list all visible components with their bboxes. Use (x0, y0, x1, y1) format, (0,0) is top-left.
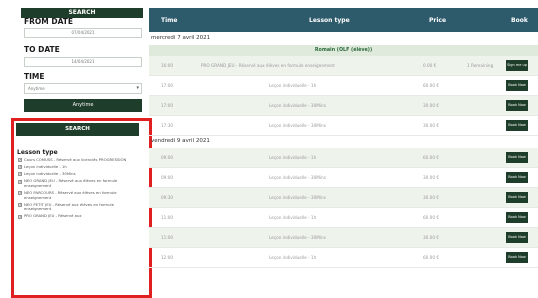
book-now-button[interactable]: Book Now (506, 172, 528, 183)
checkbox-icon[interactable]: ✓ (18, 214, 22, 219)
table-row: 16:00 PRO GRAND JEU - Réservé aux élèves … (149, 56, 538, 76)
table-row: 11:00 Leçon individuelle - 1h 60.00 € Book … (149, 208, 538, 228)
lesson-type-option-label: Leçon individuelle - 30Mins (24, 171, 76, 177)
from-date-label: FROM DATE (24, 17, 74, 26)
lesson-type-option-label: NEO PETIT JEU - Réservé aux élèves en fo… (24, 201, 114, 212)
instructor-session-header: Romain (OLF (élève)) (149, 45, 538, 56)
row-time: 17:30 (161, 123, 174, 128)
search-button[interactable]: SEARCH (16, 123, 139, 136)
row-price: 60.00 € (423, 83, 439, 88)
row-time: 09:00 (161, 155, 174, 160)
table-row: 17:00 Leçon individuelle - 30Mins 30.00 € B… (149, 96, 538, 116)
row-lesson-type: Leçon individuelle - 30Mins (269, 175, 326, 180)
book-now-button[interactable]: Book Now (506, 192, 528, 203)
lesson-type-option-label: PRO GRAND JEU - Réservé aux (24, 213, 82, 219)
row-price: 30.00 € (423, 103, 439, 108)
row-lesson-type: Leçon individuelle - 30Mins (269, 195, 326, 200)
row-time: 17:00 (161, 83, 174, 88)
lesson-type-option[interactable]: ✓ NEO PARCOURS - Réservé aux élèves en fo… (18, 189, 136, 200)
anytime-button[interactable]: Anytime (24, 99, 142, 112)
row-lesson-type: Leçon individuelle - 30Mins (269, 235, 326, 240)
row-lesson-type: Leçon individuelle - 1h (269, 215, 317, 220)
lesson-type-option[interactable]: ✓ Cours COMUSS - Réservé aux licenciés PR… (18, 157, 136, 163)
row-price: 0.00 € (423, 63, 437, 68)
row-time: 09:00 (161, 175, 174, 180)
lesson-type-option[interactable]: ✓ Leçon individuelle - 30Mins (18, 172, 136, 177)
lesson-type-option[interactable]: ✓ NEO GRAND JEU - Réservé aux élèves en f… (18, 178, 136, 188)
row-price: 60.00 € (423, 155, 439, 160)
lesson-type-option-label: Cours COMUSS - Réservé aux licenciés PRO… (24, 157, 127, 162)
row-time: 11:00 (161, 235, 174, 240)
table-header: Time Lesson type Price Book (149, 8, 538, 32)
row-price: 60.00 € (423, 255, 439, 260)
row-lesson-type: PRO GRAND JEU - Réservé aux élèves en fo… (201, 63, 335, 68)
row-price: 30.00 € (423, 175, 439, 180)
row-price: 30.00 € (423, 195, 439, 200)
checkbox-icon[interactable]: ✓ (18, 158, 22, 163)
row-lesson-type: Leçon individuelle - 30Mins (269, 123, 326, 128)
book-column-header: Book (511, 17, 528, 24)
day-header: mercredi 7 avril 2021 (151, 35, 211, 41)
lesson-type-option[interactable]: ✓ PRO GRAND JEU - Réservé aux (18, 214, 136, 219)
row-time: 12:00 (161, 255, 174, 260)
book-now-button[interactable]: Book Now (506, 80, 528, 91)
lesson-type-option-label: Leçon individuelle - 1h (24, 164, 67, 170)
checkbox-icon[interactable]: ✓ (18, 179, 22, 184)
row-time: 11:00 (161, 215, 174, 220)
lesson-type-title: Lesson type (17, 149, 58, 156)
lesson-type-option[interactable]: ✓ Leçon individuelle - 1h (18, 164, 136, 170)
book-now-button[interactable]: Book Now (506, 252, 528, 263)
table-row: 17:30 Leçon individuelle - 30Mins 30.00 € B… (149, 116, 538, 136)
row-time: 17:00 (161, 103, 174, 108)
table-row: 09:00 Leçon individuelle - 30Mins 30.00 € B… (149, 168, 538, 188)
lesson-type-option-label: NEO PARCOURS - Réservé aux élèves en for… (24, 189, 117, 200)
checkbox-icon[interactable]: ✓ (18, 191, 22, 196)
checkbox-icon[interactable]: ✓ (18, 172, 22, 177)
sign-me-up-button[interactable]: Sign me up (506, 60, 528, 71)
lesson-type-column-header: Lesson type (309, 17, 350, 24)
row-lesson-type: Leçon individuelle - 30Mins (269, 103, 326, 108)
book-now-button[interactable]: Book Now (506, 232, 528, 243)
day-header: vendredi 9 avril 2021 (151, 138, 210, 144)
chevron-down-icon: ▾ (136, 85, 139, 91)
time-column-header: Time (161, 17, 178, 24)
row-price: 30.00 € (423, 123, 439, 128)
row-remaining: 1 Remaining (467, 63, 494, 68)
row-price: 30.00 € (423, 235, 439, 240)
row-lesson-type: Leçon individuelle - 1h (269, 255, 317, 260)
book-now-button[interactable]: Book Now (506, 152, 528, 163)
time-select[interactable]: Anytime ▾ (24, 83, 142, 94)
row-price: 60.00 € (423, 215, 439, 220)
from-date-input[interactable]: 07/04/2021 (24, 28, 142, 38)
price-column-header: Price (429, 17, 447, 24)
lesson-type-list: ✓ Cours COMUSS - Réservé aux licenciés PR… (18, 157, 136, 221)
to-date-input[interactable]: 14/04/2021 (24, 57, 142, 67)
table-row: 17:00 Leçon individuelle - 1h 60.00 € Book … (149, 76, 538, 96)
to-date-label: TO DATE (24, 45, 60, 54)
table-row: 09:00 Leçon individuelle - 1h 60.00 € Book … (149, 148, 538, 168)
checkbox-icon[interactable]: ✓ (18, 202, 22, 207)
lesson-type-highlight: SEARCH Lesson type ✓ Cours COMUSS - Réser… (11, 118, 152, 298)
lesson-type-option-label: NEO GRAND JEU - Réservé aux élèves en fo… (24, 178, 118, 188)
row-time: 16:00 (161, 63, 174, 68)
row-lesson-type: Leçon individuelle - 1h (269, 155, 317, 160)
time-label: TIME (24, 72, 45, 81)
table-row: 09:30 Leçon individuelle - 30Mins 30.00 € B… (149, 188, 538, 208)
table-row: 11:00 Leçon individuelle - 30Mins 30.00 € B… (149, 228, 538, 248)
row-lesson-type: Leçon individuelle - 1h (269, 83, 317, 88)
row-time: 09:30 (161, 195, 174, 200)
lessons-table: Time Lesson type Price Book mercredi 7 a… (149, 0, 538, 298)
book-now-button[interactable]: Book Now (506, 212, 528, 223)
time-select-value: Anytime (28, 86, 45, 91)
table-row: 12:00 Leçon individuelle - 1h 60.00 € Book … (149, 248, 538, 268)
book-now-button[interactable]: Book Now (506, 100, 528, 111)
checkbox-icon[interactable]: ✓ (18, 165, 22, 170)
book-now-button[interactable]: Book Now (506, 120, 528, 131)
lesson-type-option[interactable]: ✓ NEO PETIT JEU - Réservé aux élèves en f… (18, 201, 136, 212)
